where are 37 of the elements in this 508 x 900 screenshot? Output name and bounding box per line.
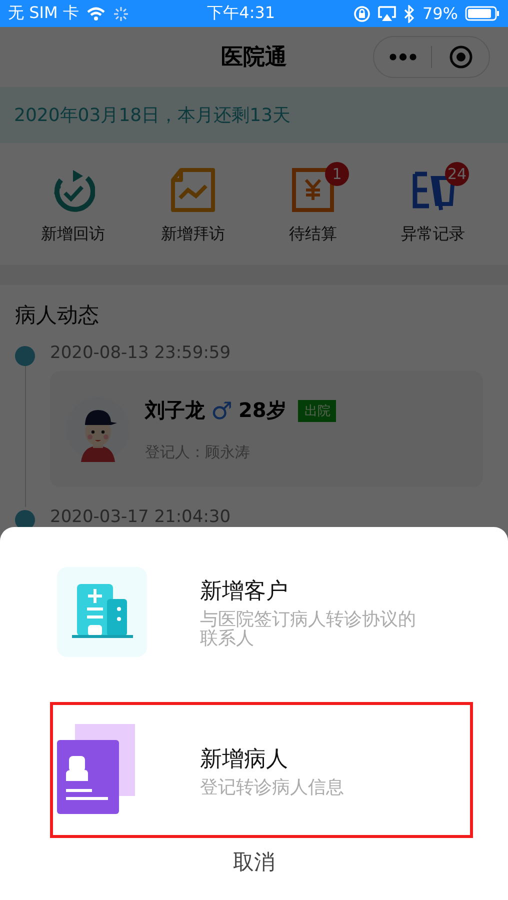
quick-action[interactable]: 1 待结算 [253,160,373,245]
battery-icon [465,6,500,21]
more-icon[interactable] [388,53,416,61]
option-description: 登记转诊病人信息 [200,778,345,796]
option-description: 与医院签订病人转诊协议的联系人 [200,610,417,648]
gender-symbol: ♂ [211,396,233,424]
patient-name: 刘子龙 [145,397,205,424]
quick-action[interactable]: 24 异常记录 [373,160,493,245]
section-title: 病人动态 [14,302,100,329]
page-title: 医院通 [221,44,287,72]
quick-action[interactable]: 新增拜访 [133,160,253,245]
sheet-option[interactable]: 新增病人 登记转诊病人信息 [50,702,473,838]
wifi-icon [86,6,106,21]
cancel-button[interactable]: 取消 [233,848,275,876]
option-title: 新增病人 [200,746,289,774]
patient-age: 28岁 [238,397,286,424]
status-time: 下午4:31 [207,3,276,24]
rotation-lock-icon [353,4,372,22]
timeline-dot [15,346,35,366]
carrier-text: 无 SIM 卡 [8,3,79,24]
status-tag: 出院 [298,400,336,422]
document-chart-icon [171,168,215,212]
airplay-icon [378,6,396,22]
yuan-receipt-icon [291,168,335,212]
quick-action[interactable]: 新增回访 [13,160,133,245]
close-target-icon[interactable] [448,45,472,69]
option-title: 新增客户 [200,578,289,606]
hospital-building-icon [57,567,147,657]
date-text: 2020年03月18日，本月还剩13天 [14,104,291,127]
timestamp: 2020-08-13 23:59:59 [50,343,232,363]
bluetooth-icon [403,4,416,22]
loading-icon [112,6,129,22]
profile-card-icon [57,724,137,816]
battery-percent: 79% [422,4,458,23]
count-badge: 1 [325,162,349,186]
timestamp: 2020-03-17 21:04:30 [50,507,232,527]
count-badge: 24 [445,162,469,186]
